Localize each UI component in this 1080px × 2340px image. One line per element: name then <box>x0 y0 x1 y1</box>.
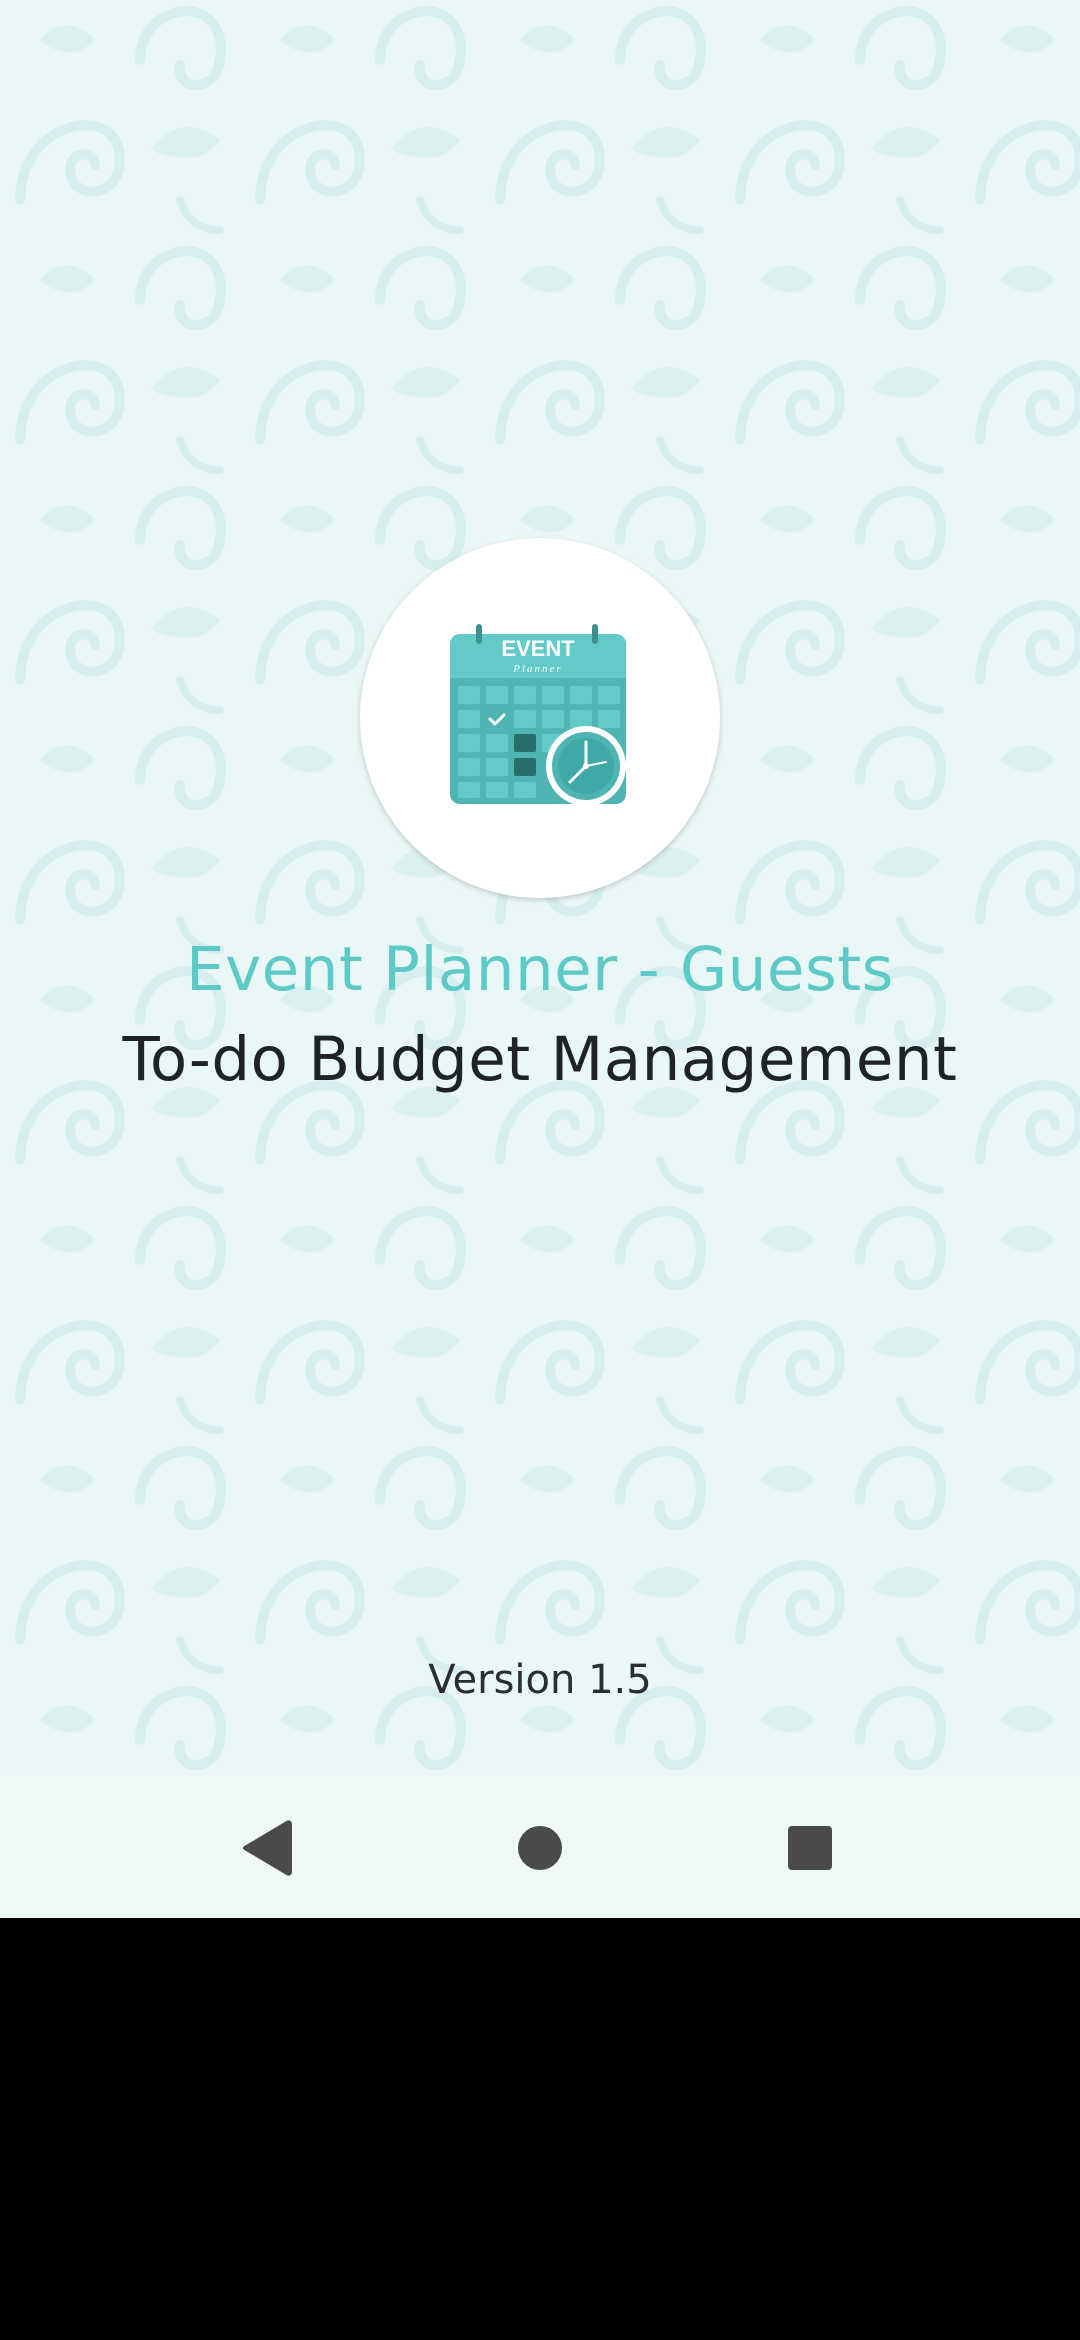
system-navigation-bar <box>0 1776 1080 1918</box>
back-button[interactable] <box>178 1776 358 1918</box>
logo-planner-text: Planner <box>512 663 562 675</box>
version-label: Version 1.5 <box>428 1657 652 1703</box>
event-planner-calendar-icon: EVENT Planner <box>450 624 626 806</box>
recents-square-icon <box>788 1826 832 1870</box>
splash-screen: EVENT Planner Event Planner - Guests To-… <box>0 0 1080 1918</box>
app-logo: EVENT Planner <box>360 538 720 898</box>
app-subtitle: To-do Budget Management <box>122 1024 958 1095</box>
logo-event-text: EVENT <box>501 636 575 661</box>
back-triangle-icon <box>243 1820 292 1876</box>
recents-button[interactable] <box>720 1776 900 1918</box>
app-title: Event Planner - Guests <box>186 934 894 1005</box>
home-button[interactable] <box>450 1776 630 1918</box>
home-circle-icon <box>518 1826 562 1870</box>
